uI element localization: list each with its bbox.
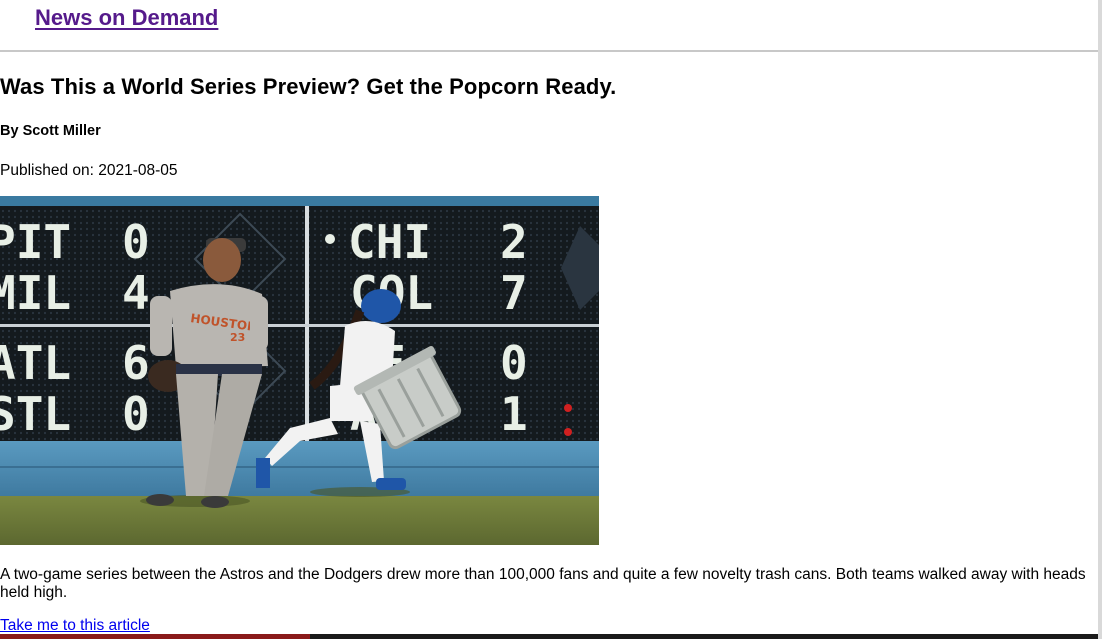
article-published-date: Published on: 2021-08-05 (0, 162, 178, 179)
next-item-preview-color (0, 634, 310, 639)
jersey-number: 23 (230, 331, 245, 344)
scoreboard-row-divider (0, 324, 599, 327)
scoreboard-indicator (564, 428, 572, 436)
scoreboard-team: MIL (0, 266, 71, 320)
scoreboard-score: 0 (122, 215, 150, 269)
scoreboard-team: ATL (0, 336, 71, 390)
scoreboard-score: 0 (500, 336, 528, 390)
scoreboard-score: 0 (122, 387, 150, 441)
next-item-preview (0, 634, 1098, 639)
scoreboard-indicator (325, 234, 335, 244)
page: News on Demand Was This a World Series P… (0, 0, 1102, 639)
scoreboard-score: 6 (122, 336, 150, 390)
scrollbar-track[interactable] (1098, 0, 1102, 639)
scoreboard-team: PIT (0, 215, 71, 269)
article-link[interactable]: Take me to this article (0, 617, 150, 635)
scoreboard-score: 2 (500, 215, 528, 269)
scoreboard-top-edge (0, 196, 599, 206)
site-header: News on Demand (0, 0, 1098, 52)
article-summary: A two-game series between the Astros and… (0, 566, 1086, 601)
site-title-link[interactable]: News on Demand (35, 5, 218, 31)
article-headline: Was This a World Series Preview? Get the… (0, 74, 617, 99)
article-photo: PIT MIL ATL STL 0 4 6 0 CHI COL SF AZ 2 … (0, 196, 599, 545)
outfield-wall-seam (0, 466, 599, 468)
outfield-wall (0, 441, 599, 496)
scoreboard-score: 1 (500, 387, 528, 441)
scoreboard-indicator (564, 404, 572, 412)
outfield-grass (0, 496, 599, 545)
article-byline: By Scott Miller (0, 123, 101, 139)
scoreboard-team: STL (0, 387, 71, 441)
scoreboard-score: 7 (500, 266, 528, 320)
scoreboard-divider (305, 206, 309, 441)
scoreboard-team: CHI (348, 215, 431, 269)
scoreboard-score: 4 (122, 266, 150, 320)
article-photo-image: PIT MIL ATL STL 0 4 6 0 CHI COL SF AZ 2 … (0, 196, 599, 545)
